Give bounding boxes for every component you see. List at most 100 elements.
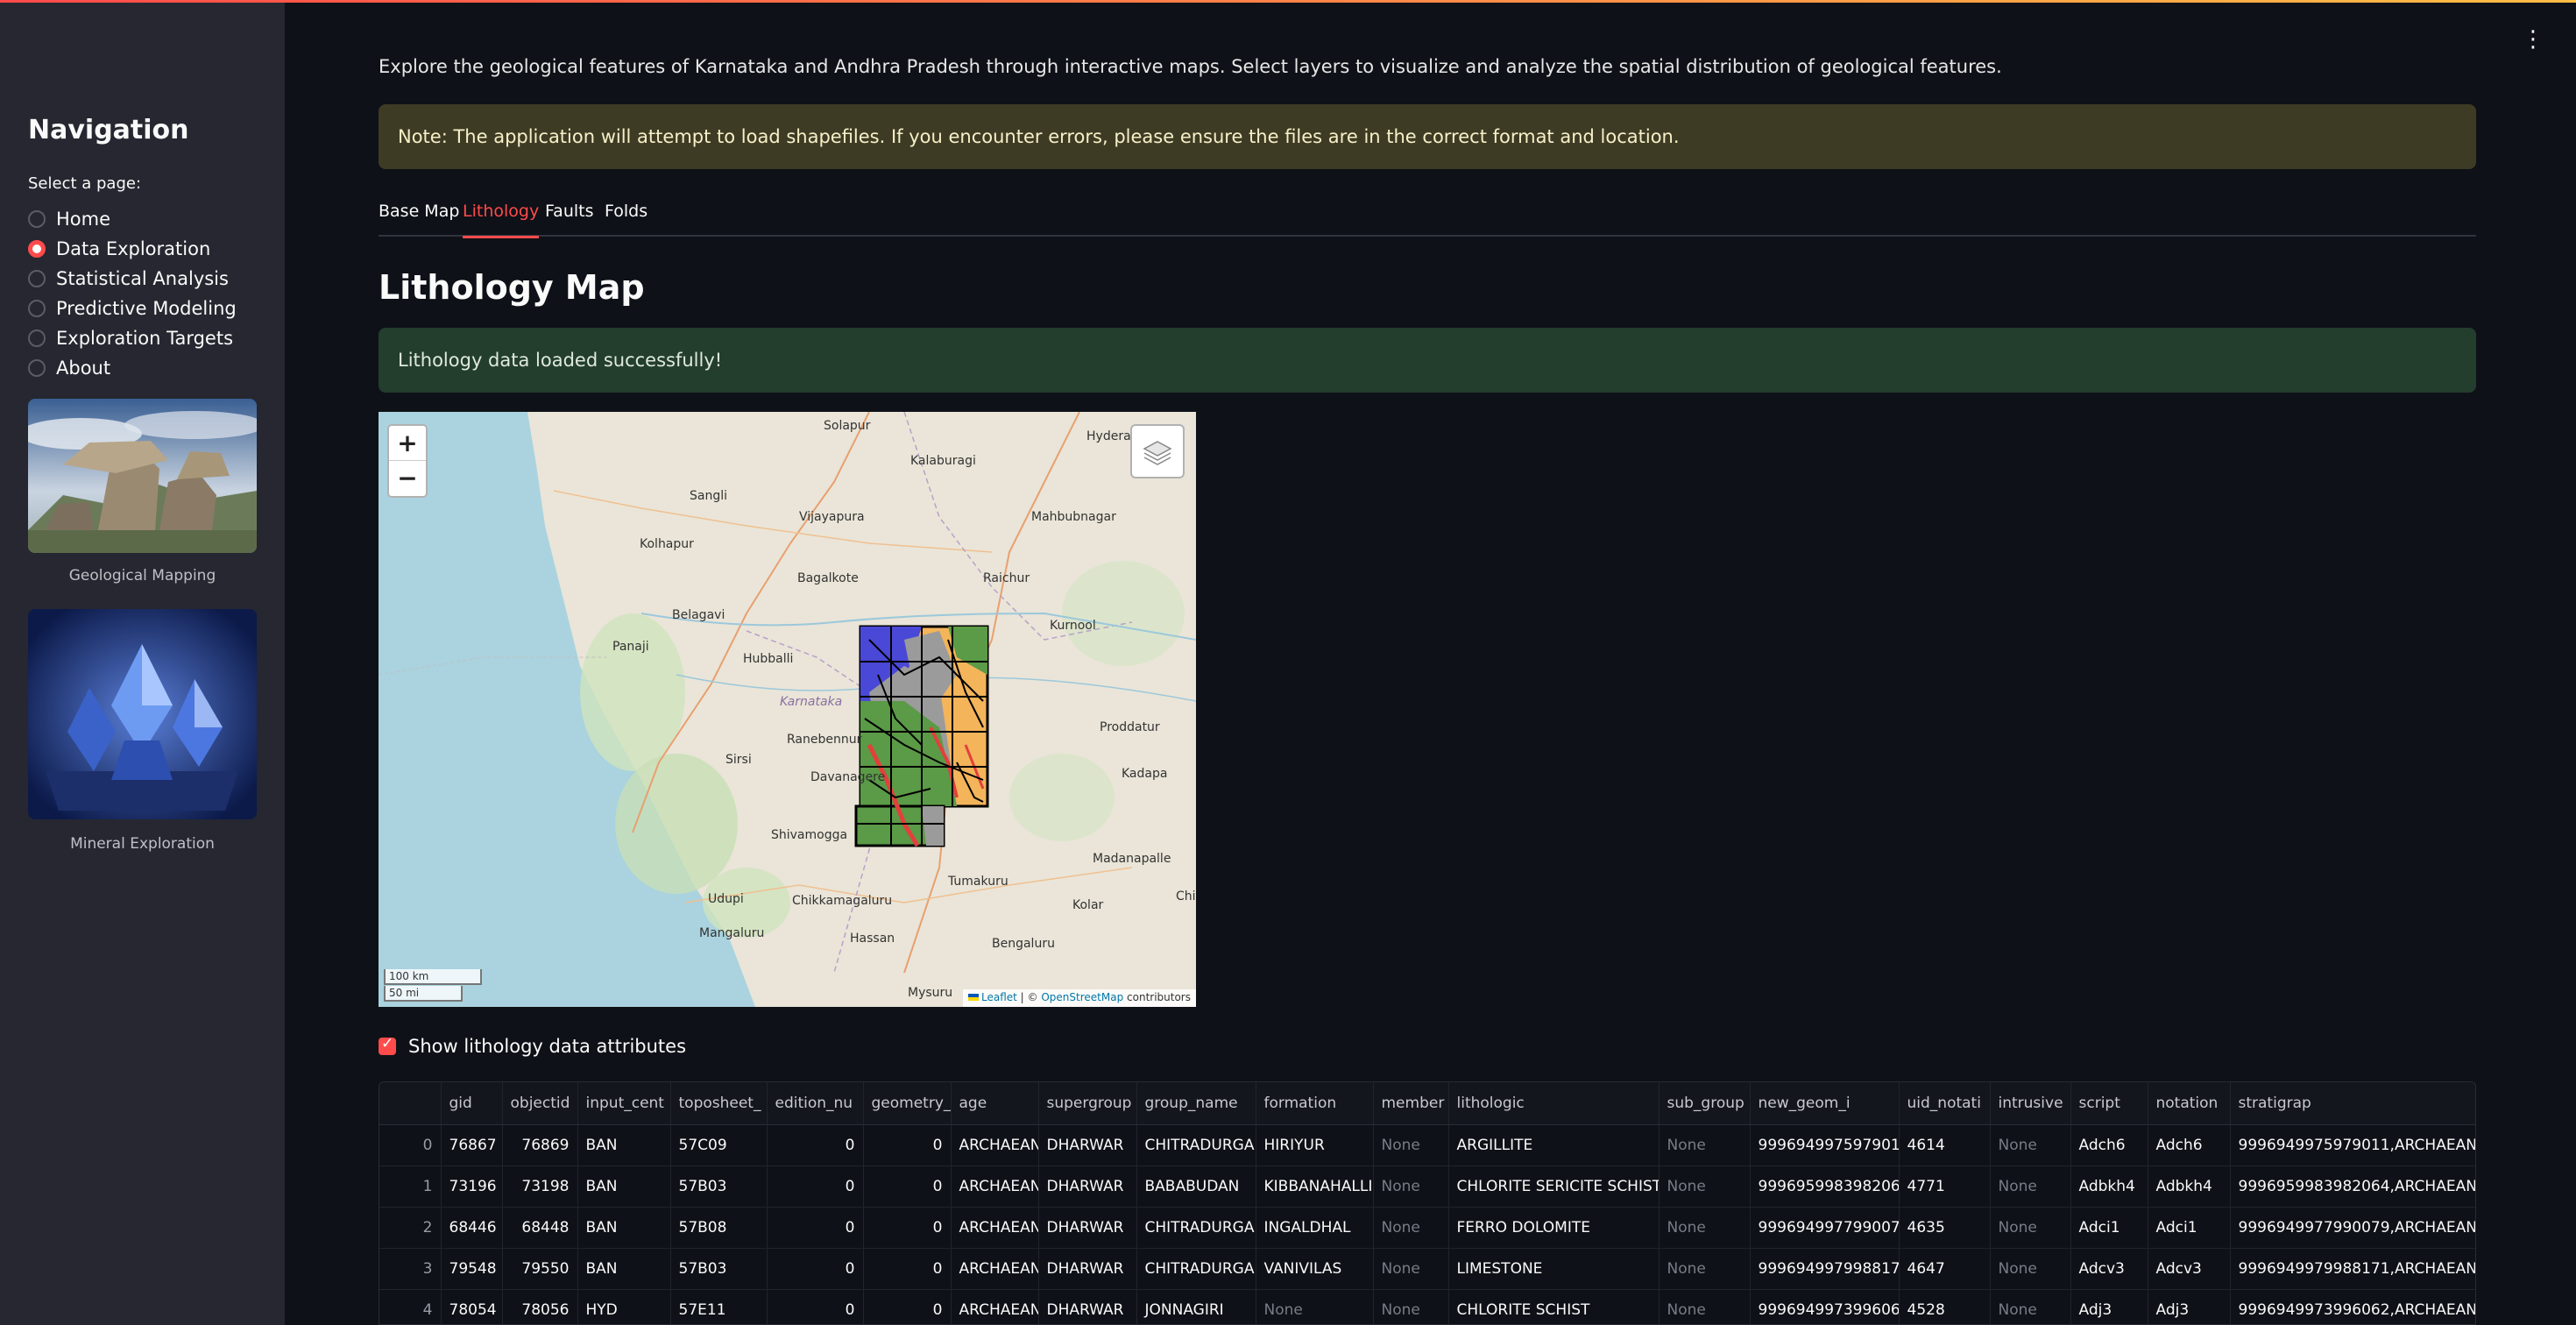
column-header-gid[interactable]: gid xyxy=(441,1082,503,1125)
table-cell: None xyxy=(1256,1289,1374,1324)
osm-link[interactable]: OpenStreetMap xyxy=(1041,991,1123,1003)
radio-unselected-icon[interactable] xyxy=(28,329,46,347)
column-header-lithologic[interactable]: lithologic xyxy=(1448,1082,1660,1125)
page-option-label: About xyxy=(56,358,111,379)
column-header-formation[interactable]: formation xyxy=(1256,1082,1374,1125)
map-label-sangli: Sangli xyxy=(690,489,728,503)
table-cell: 9996949975979011 xyxy=(1750,1124,1900,1166)
table-cell: None xyxy=(1373,1248,1449,1290)
column-header-geometry_i[interactable]: geometry_i xyxy=(863,1082,952,1125)
table-cell: 4647 xyxy=(1899,1248,1991,1290)
column-header-member[interactable]: member xyxy=(1373,1082,1449,1125)
tab-faults[interactable]: Faults xyxy=(545,198,594,237)
radio-selected-icon[interactable] xyxy=(28,240,46,258)
column-header-uid_notati[interactable]: uid_notati xyxy=(1899,1082,1991,1125)
column-header-group_name[interactable]: group_name xyxy=(1136,1082,1256,1125)
tab-base-map[interactable]: Base Map xyxy=(379,198,459,237)
radio-unselected-icon[interactable] xyxy=(28,270,46,287)
table-cell: 73196 xyxy=(441,1166,503,1208)
table-cell: Adcv3 xyxy=(2070,1248,2148,1290)
table-cell: 9996949977990079,ARCHAEAN , FE xyxy=(2230,1207,2475,1249)
page-option-exploration-targets[interactable]: Exploration Targets xyxy=(28,323,237,353)
column-header-notation[interactable]: notation xyxy=(2148,1082,2231,1125)
tab-lithology[interactable]: Lithology xyxy=(463,198,540,238)
map-label-madanapalle: Madanapalle xyxy=(1093,852,1171,866)
radio-unselected-icon[interactable] xyxy=(28,359,46,377)
table-cell: 57E11 xyxy=(670,1289,768,1324)
page-option-label: Data Exploration xyxy=(56,238,211,259)
table-cell: Adch6 xyxy=(2148,1124,2231,1166)
map-label-chittoor: Chittoor xyxy=(1176,889,1196,903)
table-cell: 9996949977990079 xyxy=(1750,1207,1900,1249)
map-label-chikkamagaluru: Chikkamagaluru xyxy=(792,894,893,908)
table-cell: None xyxy=(1990,1124,2071,1166)
table-row[interactable]: 3 79548 79550 BAN 57B03 0 0 ARCHAEAN DHARWAR CHIT… xyxy=(379,1248,2475,1290)
tab-folds[interactable]: Folds xyxy=(605,198,648,237)
checkbox-checked-icon[interactable] xyxy=(379,1035,396,1055)
column-header-supergroup[interactable]: supergroup xyxy=(1038,1082,1137,1125)
table-row[interactable]: 0 76867 76869 BAN 57C09 0 0 ARCHAEAN DHARWAR CHIT… xyxy=(379,1124,2475,1166)
table-cell: Adci1 xyxy=(2148,1207,2231,1249)
radio-unselected-icon[interactable] xyxy=(28,300,46,317)
table-cell: 9996949979988171,ARCHAEAN , LI xyxy=(2230,1248,2475,1290)
map-label-mahbubnagar: Mahbubnagar xyxy=(1031,510,1116,524)
radio-unselected-icon[interactable] xyxy=(28,210,46,228)
map-label-hubballi: Hubballi xyxy=(743,652,794,666)
sidebar-title: Navigation xyxy=(28,115,189,145)
table-cell: Adbkh4 xyxy=(2148,1166,2231,1208)
column-header-age[interactable]: age xyxy=(951,1082,1039,1125)
map-label-kalaburagi: Kalaburagi xyxy=(910,454,976,468)
page-option-statistical-analysis[interactable]: Statistical Analysis xyxy=(28,264,237,294)
column-header-index[interactable] xyxy=(379,1082,442,1125)
table-row[interactable]: 2 68446 68448 BAN 57B08 0 0 ARCHAEAN DHARWAR CHIT… xyxy=(379,1207,2475,1249)
attribution-separator: | © xyxy=(1016,991,1042,1003)
column-header-stratigrap[interactable]: stratigrap xyxy=(2230,1082,2475,1125)
column-header-intrusive[interactable]: intrusive xyxy=(1990,1082,2071,1125)
table-cell: HIRIYUR xyxy=(1256,1124,1374,1166)
table-cell: 57B03 xyxy=(670,1166,768,1208)
column-header-script[interactable]: script xyxy=(2070,1082,2148,1125)
page-option-about[interactable]: About xyxy=(28,353,237,383)
show-attributes-checkbox[interactable]: Show lithology data attributes xyxy=(379,1035,686,1057)
leaflet-link[interactable]: Leaflet xyxy=(981,991,1017,1003)
table-cell: None xyxy=(1659,1289,1751,1324)
table-cell: 0 xyxy=(863,1207,952,1249)
column-header-new_geom_i[interactable]: new_geom_i xyxy=(1750,1082,1900,1125)
warning-note: Note: The application will attempt to lo… xyxy=(379,104,2476,169)
table-cell: ARCHAEAN xyxy=(951,1207,1039,1249)
table-cell: 68446 xyxy=(441,1207,503,1249)
table-cell: BAN xyxy=(577,1248,671,1290)
top-decoration-bar xyxy=(0,0,2576,3)
map-label-ranebennur: Ranebennur xyxy=(787,733,862,747)
table-cell: Adcv3 xyxy=(2148,1248,2231,1290)
page-option-home[interactable]: Home xyxy=(28,204,237,234)
map-tiles[interactable] xyxy=(379,412,1196,1007)
menu-dots-icon[interactable]: ⋮ xyxy=(2522,26,2544,53)
table-cell: 4771 xyxy=(1899,1166,1991,1208)
column-header-objectid[interactable]: objectid xyxy=(502,1082,578,1125)
lithology-data-table[interactable]: gid objectid input_cent toposheet_ edition_n… xyxy=(379,1081,2476,1325)
attribution-tail: contributors xyxy=(1123,991,1191,1003)
table-cell: 4614 xyxy=(1899,1124,1991,1166)
page-option-data-exploration[interactable]: Data Exploration xyxy=(28,234,237,264)
table-cell: Adbkh4 xyxy=(2070,1166,2148,1208)
scale-mi: 50 mi xyxy=(384,986,463,1002)
column-header-toposheet_[interactable]: toposheet_ xyxy=(670,1082,768,1125)
table-cell: 9996949979988171 xyxy=(1750,1248,1900,1290)
map-label-tumakuru: Tumakuru xyxy=(948,875,1008,889)
zoom-out-button[interactable]: − xyxy=(389,461,426,496)
page-option-predictive-modeling[interactable]: Predictive Modeling xyxy=(28,294,237,323)
table-cell: 0 xyxy=(379,1124,442,1166)
table-row[interactable]: 1 73196 73198 BAN 57B03 0 0 ARCHAEAN DHARWAR BABA… xyxy=(379,1166,2475,1208)
lithology-map[interactable]: Solapur Hyderabad Kalaburagi Sangli Vijayapu… xyxy=(379,412,1196,1007)
column-header-sub_group[interactable]: sub_group xyxy=(1659,1082,1751,1125)
column-header-edition_nu[interactable]: edition_nu xyxy=(767,1082,864,1125)
table-cell: 73198 xyxy=(502,1166,578,1208)
zoom-control: + − xyxy=(387,424,428,498)
table-row[interactable]: 4 78054 78056 HYD 57E11 0 0 ARCHAEAN DHARWAR JONN… xyxy=(379,1289,2475,1324)
column-header-input_cent[interactable]: input_cent xyxy=(577,1082,671,1125)
zoom-in-button[interactable]: + xyxy=(389,426,426,461)
table-cell: CHITRADURGA xyxy=(1136,1248,1256,1290)
table-cell: 9996949973996062 xyxy=(1750,1289,1900,1324)
layers-icon[interactable] xyxy=(1130,424,1185,478)
